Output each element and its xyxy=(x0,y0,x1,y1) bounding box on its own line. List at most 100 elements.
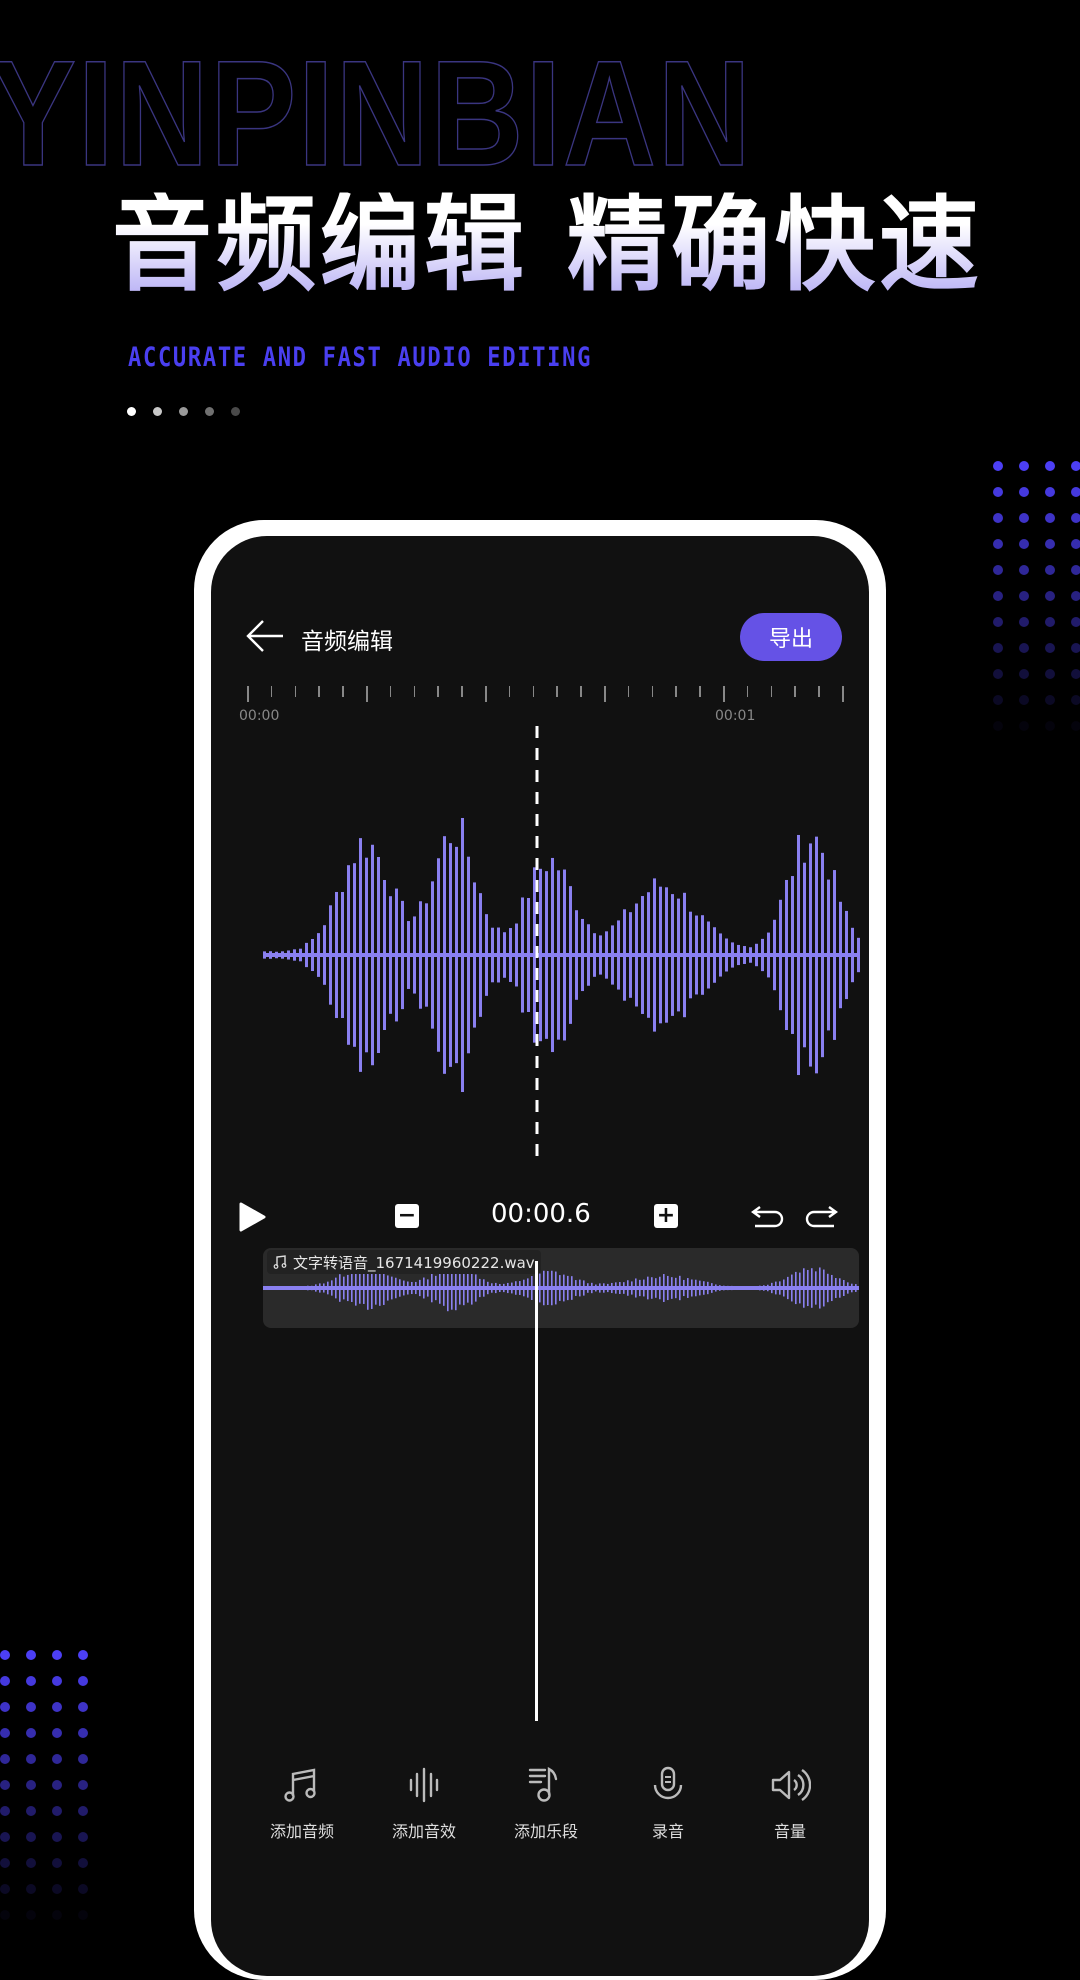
grid-dot xyxy=(1071,669,1080,679)
grid-dot xyxy=(78,1676,88,1686)
grid-dot xyxy=(0,1780,10,1790)
grid-dot xyxy=(0,1832,10,1842)
grid-dot xyxy=(1045,617,1055,627)
grid-dot xyxy=(1019,539,1029,549)
grid-dot xyxy=(993,539,1003,549)
playlist-note-icon xyxy=(528,1767,558,1802)
grid-dot xyxy=(993,721,1003,731)
audio-track-clip[interactable]: 文字转语音_1671419960222.wav xyxy=(263,1248,859,1328)
grid-dot xyxy=(1045,721,1055,731)
grid-dot xyxy=(78,1806,88,1816)
app-header: 音频编辑 导出 xyxy=(211,606,869,666)
grid-dot xyxy=(52,1884,62,1894)
grid-dot xyxy=(993,669,1003,679)
grid-dot xyxy=(993,565,1003,575)
minus-square-icon[interactable]: − xyxy=(395,1204,419,1228)
grid-dot xyxy=(0,1754,10,1764)
grid-dot xyxy=(993,487,1003,497)
grid-dot xyxy=(26,1780,36,1790)
plus-square-icon[interactable]: + xyxy=(654,1204,678,1228)
microphone-icon xyxy=(653,1766,683,1800)
grid-dot xyxy=(26,1676,36,1686)
timecode: 00:00.6 xyxy=(491,1199,591,1229)
headline: 音频编辑 精确快速 xyxy=(112,183,983,306)
page-title: 音频编辑 xyxy=(301,629,393,655)
grid-dot xyxy=(0,1676,10,1686)
phone-frame: 音频编辑 导出 00:00 00:01 − 00:00.6 + 文字转语音_16… xyxy=(194,520,886,1980)
page-indicator xyxy=(127,407,240,416)
tool-add-sound-effect[interactable]: 添加音效 xyxy=(363,1764,485,1842)
grid-dot xyxy=(52,1910,62,1920)
page-dot xyxy=(205,407,214,416)
grid-dot xyxy=(0,1910,10,1920)
tool-label: 音量 xyxy=(773,1822,806,1841)
tool-label: 录音 xyxy=(651,1822,684,1841)
grid-dot xyxy=(993,643,1003,653)
track-filename: 文字转语音_1671419960222.wav xyxy=(293,1253,535,1272)
arrow-left-icon[interactable] xyxy=(245,618,285,654)
tool-label: 添加音频 xyxy=(269,1822,334,1841)
grid-dot xyxy=(26,1832,36,1842)
grid-dot xyxy=(26,1858,36,1868)
grid-dot xyxy=(52,1806,62,1816)
main-waveform[interactable] xyxy=(211,686,869,1156)
sound-wave-icon xyxy=(409,1767,439,1803)
grid-dot xyxy=(26,1702,36,1712)
grid-dot xyxy=(1045,643,1055,653)
grid-dot xyxy=(26,1806,36,1816)
grid-dot xyxy=(1071,539,1080,549)
tool-add-audio[interactable]: 添加音频 xyxy=(241,1764,363,1842)
grid-dot xyxy=(993,591,1003,601)
bottom-toolbar: 添加音频 添加音效 添加乐段 录音 音量 xyxy=(211,1764,869,1842)
grid-dot xyxy=(78,1858,88,1868)
grid-dot xyxy=(1071,695,1080,705)
grid-dot xyxy=(1019,643,1029,653)
decorative-dot-grid xyxy=(0,1650,104,1936)
grid-dot xyxy=(1019,617,1029,627)
page-dot xyxy=(231,407,240,416)
grid-dot xyxy=(1071,617,1080,627)
grid-dot xyxy=(78,1910,88,1920)
tool-label: 添加音效 xyxy=(391,1822,456,1841)
grid-dot xyxy=(1019,487,1029,497)
playback-controls: − 00:00.6 + xyxy=(211,1191,869,1241)
track-label: 文字转语音_1671419960222.wav xyxy=(267,1250,541,1274)
grid-dot xyxy=(0,1728,10,1738)
grid-dot xyxy=(78,1728,88,1738)
grid-dot xyxy=(26,1910,36,1920)
grid-dot xyxy=(1045,669,1055,679)
page-dot xyxy=(153,407,162,416)
grid-dot xyxy=(52,1728,62,1738)
decorative-dot-grid xyxy=(993,461,1080,747)
grid-dot xyxy=(0,1884,10,1894)
phone-screen: 音频编辑 导出 00:00 00:01 − 00:00.6 + 文字转语音_16… xyxy=(211,536,869,1976)
tool-add-segment[interactable]: 添加乐段 xyxy=(485,1764,607,1842)
grid-dot xyxy=(78,1754,88,1764)
grid-dot xyxy=(1045,565,1055,575)
undo-icon[interactable] xyxy=(751,1205,785,1229)
tool-label: 添加乐段 xyxy=(513,1822,578,1841)
grid-dot xyxy=(1071,461,1080,471)
export-button[interactable]: 导出 xyxy=(740,613,842,661)
waveform-baseline xyxy=(263,953,857,957)
tool-volume[interactable]: 音量 xyxy=(729,1764,851,1842)
grid-dot xyxy=(52,1650,62,1660)
grid-dot xyxy=(78,1650,88,1660)
grid-dot xyxy=(1019,721,1029,731)
grid-dot xyxy=(1019,565,1029,575)
grid-dot xyxy=(1045,513,1055,523)
grid-dot xyxy=(1071,565,1080,575)
grid-dot xyxy=(1045,591,1055,601)
grid-dot xyxy=(993,617,1003,627)
playhead[interactable] xyxy=(535,1261,538,1721)
tool-record[interactable]: 录音 xyxy=(607,1764,729,1842)
grid-dot xyxy=(26,1754,36,1764)
redo-icon[interactable] xyxy=(804,1205,838,1229)
subheadline: ACCURATE AND FAST AUDIO EDITING xyxy=(128,342,593,373)
music-note-icon xyxy=(273,1255,287,1269)
grid-dot xyxy=(993,461,1003,471)
grid-dot xyxy=(52,1780,62,1790)
grid-dot xyxy=(0,1650,10,1660)
grid-dot xyxy=(1071,487,1080,497)
play-icon[interactable] xyxy=(237,1201,267,1233)
